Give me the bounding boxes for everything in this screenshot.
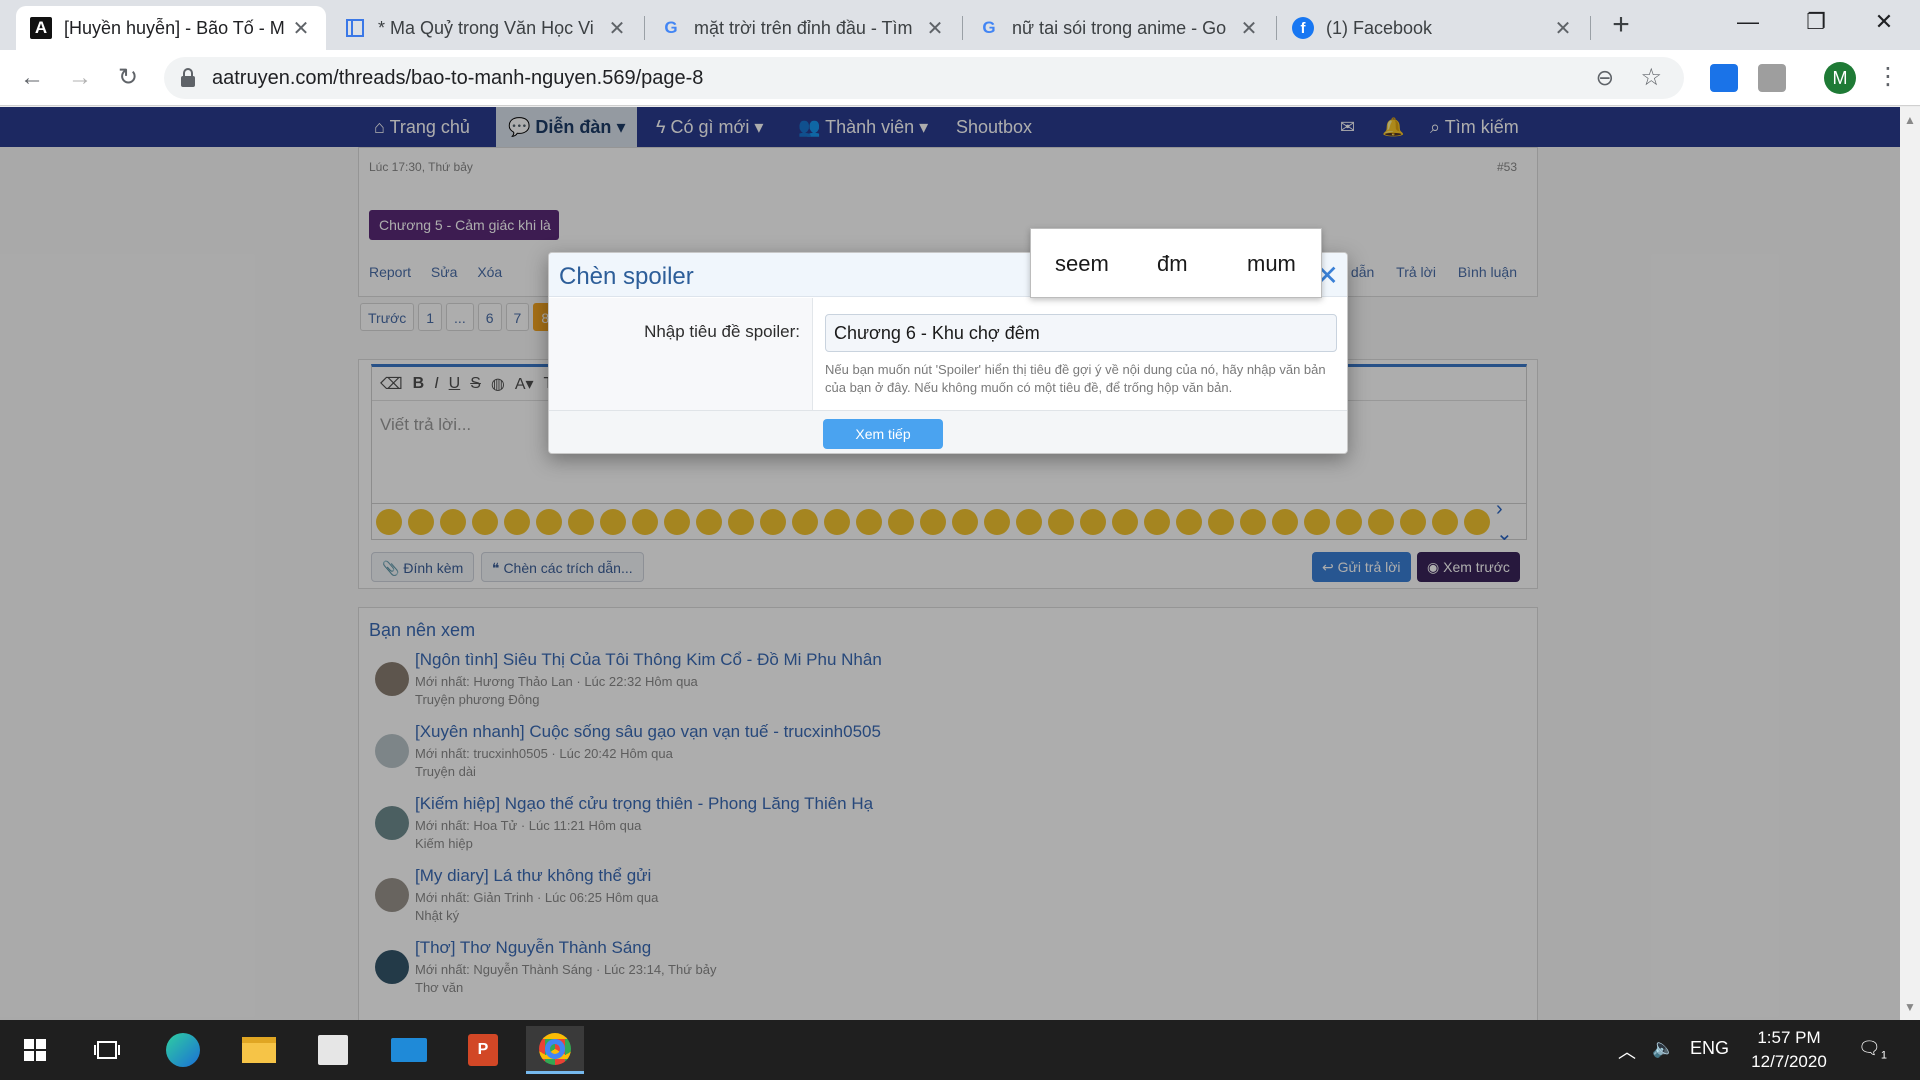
web-page: ⌂ Trang chủ 💬 Diễn đàn ▾ ϟ Có gì mới ▾ 👥… — [0, 107, 1900, 1020]
profile-avatar[interactable]: M — [1824, 62, 1856, 94]
page-scrollbar[interactable]: ▲ ▼ — [1900, 107, 1920, 1020]
close-icon[interactable]: ✕ — [1552, 16, 1574, 41]
tab-separator — [962, 16, 963, 40]
mail-app-icon[interactable] — [380, 1026, 438, 1074]
back-arrow-icon[interactable]: ← — [14, 60, 50, 96]
site-a-icon: A — [30, 17, 52, 39]
forward-arrow-icon[interactable]: → — [62, 60, 98, 96]
facebook-icon: f — [1292, 17, 1314, 39]
tab-title: [Huyền huyễn] - Bão Tố - M — [64, 17, 285, 38]
browser-tab-1[interactable]: A [Huyền huyễn] - Bão Tố - M ✕ — [16, 6, 326, 50]
continue-button[interactable]: Xem tiếp — [823, 419, 943, 449]
tab-separator — [1590, 16, 1591, 40]
tab-separator — [1276, 16, 1277, 40]
tab-title: nữ tai sói trong anime - Go — [1012, 17, 1227, 38]
reload-icon[interactable]: ↻ — [110, 60, 146, 96]
store-icon[interactable] — [304, 1026, 362, 1074]
windows-start-icon[interactable] — [6, 1026, 64, 1074]
extension-icon[interactable] — [1710, 64, 1738, 92]
tab-title: (1) Facebook — [1326, 17, 1433, 38]
browser-tab-4[interactable]: G nữ tai sói trong anime - Go ✕ — [964, 6, 1274, 50]
google-icon: G — [664, 18, 678, 37]
address-bar[interactable]: aatruyen.com/threads/bao-to-manh-nguyen.… — [164, 57, 1684, 99]
url-text: aatruyen.com/threads/bao-to-manh-nguyen.… — [212, 67, 704, 89]
dialog-footer: Xem tiếp — [549, 410, 1347, 453]
tray-chevron-icon[interactable]: ︿ — [1618, 1038, 1636, 1064]
minimize-button[interactable]: — — [1714, 0, 1782, 44]
bookmark-star-icon[interactable]: ☆ — [1640, 63, 1662, 92]
modal-backdrop[interactable] — [0, 107, 1900, 1020]
browser-tab-3[interactable]: G mặt trời trên đỉnh đầu - Tìm ✕ — [646, 6, 960, 50]
tab-title: mặt trời trên đỉnh đầu - Tìm — [694, 17, 913, 38]
notification-icon[interactable]: 🗨1 — [1858, 1038, 1887, 1062]
scroll-down-icon[interactable]: ▼ — [1904, 1000, 1916, 1014]
close-icon[interactable]: ✕ — [924, 16, 946, 41]
ime-candidate[interactable]: seem — [1055, 251, 1109, 277]
close-icon[interactable]: ✕ — [1238, 16, 1260, 41]
system-clock[interactable]: 1:57 PM 12/7/2020 — [1734, 1026, 1844, 1074]
browser-toolbar: ← → ↻ aatruyen.com/threads/bao-to-manh-n… — [0, 50, 1920, 106]
file-explorer-icon[interactable] — [230, 1026, 288, 1074]
lock-icon — [181, 68, 195, 87]
task-view-icon[interactable] — [78, 1026, 136, 1074]
browser-tab-2[interactable]: * Ma Quỷ trong Văn Học Vi ✕ — [330, 6, 642, 50]
close-icon[interactable]: ✕ — [606, 16, 628, 41]
chrome-icon[interactable] — [526, 1026, 584, 1074]
document-icon — [344, 17, 366, 39]
spoiler-hint: Nếu bạn muốn nút 'Spoiler' hiển thị tiêu… — [825, 362, 1326, 395]
input-language[interactable]: ENG — [1690, 1038, 1729, 1059]
close-icon[interactable]: ✕ — [290, 16, 312, 41]
ime-suggestion-box: seem đm mum — [1030, 228, 1322, 298]
edge-icon[interactable] — [154, 1026, 212, 1074]
tab-separator — [644, 16, 645, 40]
label-cell: Nhập tiêu đề spoiler: — [549, 298, 813, 410]
dialog-title: Chèn spoiler — [559, 263, 694, 290]
windows-taskbar: P ︿ 🔈 ENG 1:57 PM 12/7/2020 🗨1 — [0, 1020, 1920, 1080]
powerpoint-icon[interactable]: P — [454, 1026, 512, 1074]
new-tab-button[interactable]: + — [1604, 6, 1638, 44]
menu-kebab-icon[interactable]: ⋮ — [1876, 62, 1900, 91]
scroll-up-icon[interactable]: ▲ — [1904, 113, 1916, 127]
browser-tab-strip: A [Huyền huyễn] - Bão Tố - M ✕ * Ma Quỷ … — [0, 0, 1920, 50]
google-icon: G — [982, 18, 996, 37]
spoiler-title-input[interactable] — [825, 314, 1337, 352]
extension-puzzle-icon[interactable] — [1758, 64, 1786, 92]
browser-tab-5[interactable]: f (1) Facebook ✕ — [1278, 6, 1588, 50]
notification-count: 1 — [1880, 1049, 1887, 1062]
ime-candidate[interactable]: mum — [1247, 251, 1296, 277]
volume-icon[interactable]: 🔈 — [1652, 1038, 1674, 1059]
window-close-button[interactable]: ✕ — [1850, 0, 1918, 44]
tab-title: * Ma Quỷ trong Văn Học Vi — [378, 17, 594, 38]
zoom-icon[interactable]: ⊖ — [1596, 65, 1614, 91]
ime-candidate[interactable]: đm — [1157, 251, 1188, 277]
clock-date: 12/7/2020 — [1751, 1052, 1827, 1071]
restore-button[interactable]: ❐ — [1782, 0, 1850, 44]
clock-time: 1:57 PM — [1757, 1028, 1821, 1047]
spoiler-title-label: Nhập tiêu đề spoiler: — [644, 322, 800, 341]
